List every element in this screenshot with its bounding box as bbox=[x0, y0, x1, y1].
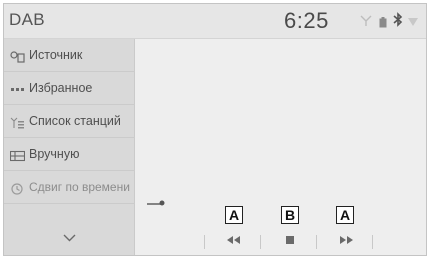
control-divider bbox=[260, 235, 261, 249]
sidebar-item-label: Список станций bbox=[29, 114, 121, 128]
battery-icon bbox=[379, 15, 387, 28]
callout-b: B bbox=[281, 206, 299, 224]
source-icon bbox=[10, 50, 25, 63]
control-divider bbox=[372, 235, 373, 249]
signal-icon bbox=[408, 14, 418, 26]
chevron-down-icon bbox=[63, 234, 76, 242]
sidebar-item-label: Избранное bbox=[29, 81, 93, 95]
status-bar: DAB 6:25 bbox=[4, 4, 426, 39]
callout-a-left: A bbox=[225, 206, 243, 224]
clock: 6:25 bbox=[284, 8, 329, 33]
more-button[interactable] bbox=[4, 223, 135, 255]
app-title: DAB bbox=[9, 10, 45, 29]
sidebar-item-time-shift[interactable]: Сдвиг по времени bbox=[4, 171, 135, 204]
manual-tuning-icon bbox=[9, 149, 26, 162]
time-shift-slider[interactable] bbox=[147, 194, 177, 206]
sidebar-item-label: Источник bbox=[29, 48, 83, 62]
sidebar-item-station-list[interactable]: Список станций bbox=[4, 105, 135, 138]
station-list-icon bbox=[10, 116, 25, 129]
control-divider bbox=[316, 235, 317, 249]
rewind-icon bbox=[227, 236, 240, 244]
fast-forward-icon bbox=[340, 236, 353, 244]
sidebar-item-source[interactable]: Источник bbox=[4, 39, 135, 72]
bluetooth-icon bbox=[393, 12, 403, 27]
favorites-icon bbox=[10, 83, 25, 95]
stop-icon bbox=[286, 236, 294, 244]
sidebar-item-manual[interactable]: Вручную bbox=[4, 138, 135, 171]
time-shift-icon bbox=[10, 182, 25, 195]
callout-a-right: A bbox=[336, 206, 354, 224]
sidebar-item-favorites[interactable]: Избранное bbox=[4, 72, 135, 105]
sidebar-menu: Источник Избранное Список станций Вручну… bbox=[4, 39, 135, 255]
sidebar-item-label: Вручную bbox=[29, 147, 80, 161]
rewind-button[interactable] bbox=[225, 233, 241, 251]
antenna-icon bbox=[360, 14, 372, 26]
sidebar-item-label: Сдвиг по времени bbox=[29, 180, 130, 194]
control-divider bbox=[204, 235, 205, 249]
stop-button[interactable] bbox=[284, 233, 296, 251]
dab-screen: DAB 6:25 Источник Избранное Список станц… bbox=[3, 3, 427, 256]
fast-forward-button[interactable] bbox=[339, 233, 355, 251]
